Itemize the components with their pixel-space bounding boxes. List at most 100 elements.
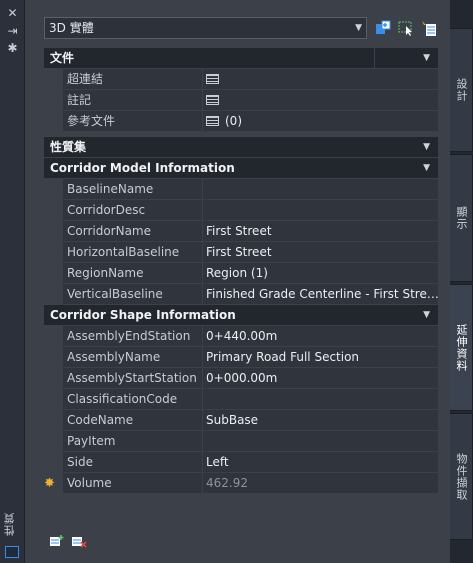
property-value[interactable]: 0+440.00m bbox=[203, 326, 438, 347]
row-gutter bbox=[44, 111, 63, 132]
category-title: Corridor Shape Information bbox=[50, 308, 236, 322]
property-value[interactable]: Finished Grade Centerline - First Stre… bbox=[203, 284, 438, 305]
chevron-down-icon[interactable]: ▼ bbox=[423, 305, 430, 326]
property-row[interactable]: CorridorName First Street bbox=[44, 221, 438, 242]
property-name: AssemblyName bbox=[63, 347, 203, 368]
category-title: 性質集 bbox=[50, 140, 87, 154]
property-row[interactable]: Side Left bbox=[44, 452, 438, 473]
property-value[interactable]: SubBase bbox=[203, 410, 438, 431]
row-gutter bbox=[44, 242, 63, 263]
property-value[interactable] bbox=[203, 69, 438, 90]
property-row[interactable]: ClassificationCode bbox=[44, 389, 438, 410]
row-gutter bbox=[44, 431, 63, 452]
auto-hide-icon[interactable]: ⇥ bbox=[5, 24, 20, 38]
row-gutter bbox=[44, 179, 63, 200]
property-row[interactable]: AssemblyName Primary Road Full Section bbox=[44, 347, 438, 368]
document-section: 文件 ▼ 超連結 註記 參考文件 (0) bbox=[44, 48, 438, 132]
document-icon[interactable] bbox=[206, 95, 219, 105]
property-value[interactable]: (0) bbox=[203, 111, 438, 132]
document-icon[interactable] bbox=[206, 74, 219, 84]
quick-select-icon[interactable] bbox=[420, 19, 438, 37]
property-row[interactable]: CorridorDesc bbox=[44, 200, 438, 221]
category-property-set[interactable]: 性質集 ▼ bbox=[44, 137, 438, 158]
row-gutter bbox=[44, 284, 63, 305]
add-property-sets-icon[interactable] bbox=[49, 534, 65, 548]
property-name: PayItem bbox=[63, 431, 203, 452]
property-row[interactable]: 註記 bbox=[44, 90, 438, 111]
property-name: VerticalBaseline bbox=[63, 284, 203, 305]
property-name: HorizontalBaseline bbox=[63, 242, 203, 263]
object-type-dropdown[interactable]: 3D 實體 ▼ bbox=[44, 17, 367, 39]
tab-extended-data[interactable]: 延伸資料 bbox=[450, 284, 473, 411]
property-row[interactable]: VerticalBaseline Finished Grade Centerlin… bbox=[44, 284, 438, 305]
property-row[interactable]: AssemblyEndStation 0+440.00m bbox=[44, 326, 438, 347]
chevron-down-icon[interactable]: ▼ bbox=[423, 158, 430, 179]
tab-design[interactable]: 設計 bbox=[450, 28, 473, 152]
property-value[interactable]: First Street bbox=[203, 221, 438, 242]
property-value[interactable] bbox=[203, 200, 438, 221]
property-row[interactable]: RegionName Region (1) bbox=[44, 263, 438, 284]
property-value[interactable]: Primary Road Full Section bbox=[203, 347, 438, 368]
object-selector-bar: 3D 實體 ▼ bbox=[44, 17, 444, 41]
property-row[interactable]: ✸ Volume 462.92 bbox=[44, 473, 438, 494]
chevron-down-icon[interactable]: ▼ bbox=[423, 48, 430, 69]
category-document[interactable]: 文件 ▼ bbox=[44, 48, 438, 69]
property-value[interactable] bbox=[203, 431, 438, 452]
property-name: ClassificationCode bbox=[63, 389, 203, 410]
object-type-value: 3D 實體 bbox=[49, 21, 94, 35]
property-value[interactable] bbox=[203, 90, 438, 111]
chevron-down-icon[interactable]: ▼ bbox=[423, 137, 430, 158]
palette-settings-icon[interactable] bbox=[5, 546, 19, 558]
row-gutter bbox=[44, 452, 63, 473]
properties-panel: 3D 實體 ▼ 文件 ▼ 超連結 註記 參考文件 (0) 性質集 ▼ Corri… bbox=[25, 0, 450, 563]
tab-object-capture[interactable]: 物件擷取 bbox=[450, 413, 473, 540]
category-corridor-shape[interactable]: Corridor Shape Information ▼ bbox=[44, 305, 438, 326]
category-title: Corridor Model Information bbox=[50, 161, 235, 175]
category-corridor-model[interactable]: Corridor Model Information ▼ bbox=[44, 158, 438, 179]
palette-title-bar: ✕ ⇥ ✱ 性質 bbox=[0, 0, 25, 563]
row-gutter bbox=[44, 221, 63, 242]
row-gutter bbox=[44, 389, 63, 410]
property-set-section: 性質集 ▼ bbox=[44, 137, 438, 158]
property-name: AssemblyEndStation bbox=[63, 326, 203, 347]
corridor-model-section: Corridor Model Information ▼ BaselineNam… bbox=[44, 158, 438, 305]
property-name: 註記 bbox=[63, 90, 203, 111]
row-gutter bbox=[44, 410, 63, 431]
select-objects-icon[interactable] bbox=[397, 19, 415, 37]
property-row[interactable]: PayItem bbox=[44, 431, 438, 452]
tab-label: 顯示 bbox=[455, 206, 468, 230]
property-name: CorridorName bbox=[63, 221, 203, 242]
category-title: 文件 bbox=[50, 51, 75, 65]
property-name: BaselineName bbox=[63, 179, 203, 200]
property-row[interactable]: CodeName SubBase bbox=[44, 410, 438, 431]
property-row[interactable]: 參考文件 (0) bbox=[44, 111, 438, 132]
toggle-pickadd-icon[interactable] bbox=[374, 19, 392, 37]
row-gutter bbox=[44, 263, 63, 284]
property-value[interactable]: Region (1) bbox=[203, 263, 438, 284]
property-name: 參考文件 bbox=[63, 111, 203, 132]
property-value[interactable] bbox=[203, 389, 438, 410]
property-value[interactable] bbox=[203, 179, 438, 200]
chevron-down-icon: ▼ bbox=[355, 23, 362, 33]
property-value[interactable]: First Street bbox=[203, 242, 438, 263]
property-row[interactable]: AssemblyStartStation 0+000.00m bbox=[44, 368, 438, 389]
row-gutter bbox=[44, 69, 63, 90]
remove-property-sets-icon[interactable] bbox=[71, 534, 87, 548]
property-name: CorridorDesc bbox=[63, 200, 203, 221]
tab-label: 延伸資料 bbox=[455, 323, 468, 372]
property-name: 超連結 bbox=[63, 69, 203, 90]
document-icon[interactable] bbox=[206, 116, 219, 126]
properties-menu-icon[interactable]: ✱ bbox=[5, 41, 20, 55]
property-value[interactable]: Left bbox=[203, 452, 438, 473]
palette-tabs: 設計 顯示 延伸資料 物件擷取 bbox=[450, 0, 473, 563]
row-gutter: ✸ bbox=[44, 473, 63, 494]
property-row[interactable]: BaselineName bbox=[44, 179, 438, 200]
property-name: AssemblyStartStation bbox=[63, 368, 203, 389]
close-icon[interactable]: ✕ bbox=[5, 6, 20, 20]
property-row[interactable]: HorizontalBaseline First Street bbox=[44, 242, 438, 263]
property-row[interactable]: 超連結 bbox=[44, 69, 438, 90]
property-name: RegionName bbox=[63, 263, 203, 284]
row-gutter bbox=[44, 347, 63, 368]
property-value[interactable]: 0+000.00m bbox=[203, 368, 438, 389]
tab-display[interactable]: 顯示 bbox=[450, 154, 473, 282]
